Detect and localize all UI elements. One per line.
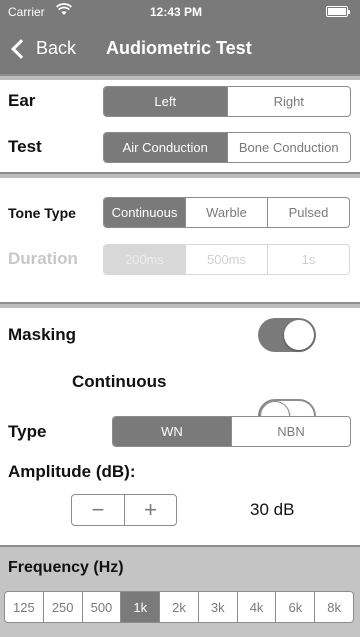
duration-option-200ms: 200ms [104, 245, 185, 274]
frequency-option-125[interactable]: 125 [5, 592, 43, 622]
chevron-left-icon [11, 38, 31, 59]
frequency-option-2k[interactable]: 2k [159, 592, 198, 622]
type-option-wn[interactable]: WN [113, 417, 231, 446]
ear-option-left[interactable]: Left [104, 87, 227, 116]
status-time: 12:43 PM [150, 5, 203, 19]
masking-type-segmented-control: WN NBN [112, 416, 351, 447]
back-button[interactable]: Back [10, 38, 76, 59]
tone-type-option-pulsed[interactable]: Pulsed [267, 198, 349, 227]
test-label: Test [8, 137, 42, 156]
duration-segmented-control: 200ms 500ms 1s [103, 244, 350, 275]
test-option-bone-conduction[interactable]: Bone Conduction [226, 133, 351, 162]
tone-type-option-warble[interactable]: Warble [185, 198, 267, 227]
ear-label: Ear [8, 91, 36, 110]
amplitude-decrease-button[interactable]: − [72, 495, 124, 525]
duration-option-500ms: 500ms [185, 245, 267, 274]
amplitude-increase-button[interactable]: + [124, 495, 176, 525]
status-bar: Carrier 12:43 PM [0, 0, 360, 24]
masking-toggle[interactable] [258, 318, 316, 352]
amplitude-stepper: − + [71, 494, 177, 526]
frequency-option-4k[interactable]: 4k [236, 592, 276, 622]
frequency-option-6k[interactable]: 6k [275, 592, 314, 622]
carrier-label: Carrier [8, 5, 45, 19]
frequency-option-3k[interactable]: 3k [197, 592, 237, 622]
test-option-air-conduction[interactable]: Air Conduction [104, 133, 227, 162]
frequency-label: Frequency (Hz) [8, 559, 124, 576]
tone-type-label: Tone Type [8, 205, 76, 221]
frequency-option-500[interactable]: 500 [81, 592, 121, 622]
section-divider [0, 172, 360, 178]
tone-type-segmented-control: Continuous Warble Pulsed [103, 197, 350, 228]
navigation-bar: Back Audiometric Test [0, 24, 360, 74]
ear-option-right[interactable]: Right [226, 87, 351, 116]
amplitude-label: Amplitude (dB): [8, 462, 136, 481]
section-divider [0, 74, 360, 80]
duration-option-1s: 1s [267, 245, 349, 274]
frequency-segmented-control: 125 250 500 1k 2k 3k 4k 6k 8k [4, 591, 354, 623]
type-label: Type [8, 422, 47, 441]
wifi-icon [56, 3, 72, 15]
back-label: Back [36, 38, 77, 58]
battery-icon [326, 6, 350, 17]
tone-type-option-continuous[interactable]: Continuous [104, 198, 185, 227]
toggle-knob [284, 320, 314, 350]
page-title: Audiometric Test [106, 38, 252, 58]
frequency-panel: Frequency (Hz) 125 250 500 1k 2k 3k 4k 6… [0, 545, 360, 637]
duration-label: Duration [8, 249, 78, 268]
frequency-option-8k[interactable]: 8k [314, 592, 353, 622]
frequency-option-1k[interactable]: 1k [120, 592, 160, 622]
type-option-nbn[interactable]: NBN [231, 417, 350, 446]
section-divider [0, 302, 360, 308]
frequency-option-250[interactable]: 250 [42, 592, 82, 622]
masking-label: Masking [8, 325, 77, 344]
continuous-label: Continuous [72, 372, 167, 391]
test-segmented-control: Air Conduction Bone Conduction [103, 132, 351, 163]
ear-segmented-control: Left Right [103, 86, 351, 117]
amplitude-value: 30 dB [250, 500, 295, 519]
